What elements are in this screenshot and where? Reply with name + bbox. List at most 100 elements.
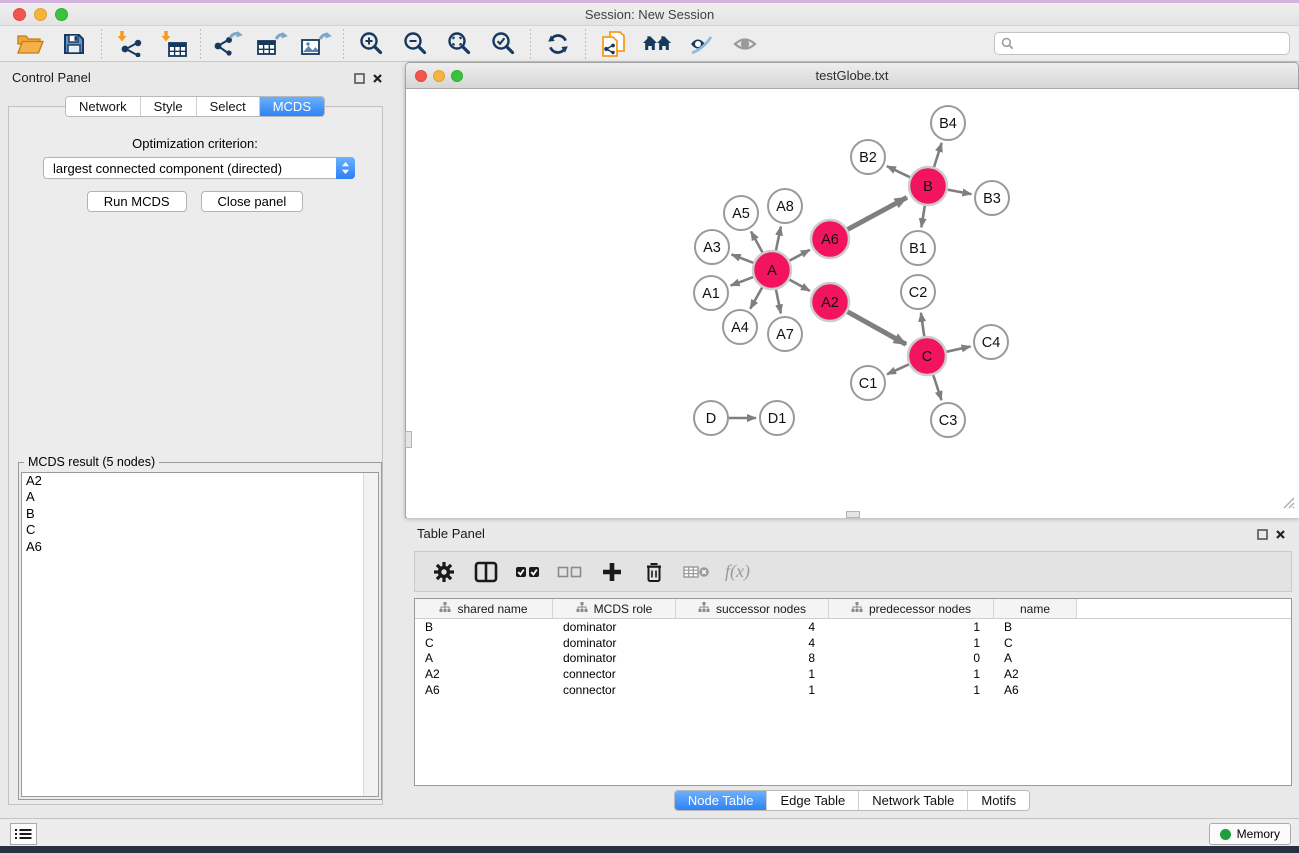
tab-edge-table[interactable]: Edge Table (766, 791, 858, 810)
table-toolbar: f(x) (414, 551, 1292, 592)
graph-edge-C-C2 (921, 313, 924, 337)
graph-node-label: A2 (821, 295, 839, 311)
table-cell: 1 (829, 636, 994, 650)
column-header-name[interactable]: name (994, 599, 1077, 618)
mcds-result-item[interactable]: A6 (22, 539, 378, 555)
save-session-icon[interactable] (56, 29, 92, 59)
graph-edge-B-B4 (934, 143, 942, 168)
graph-edge-B-B1 (921, 205, 925, 228)
graph-node-label: A1 (702, 286, 720, 302)
zoom-fit-icon[interactable] (441, 29, 477, 59)
function-builder-icon[interactable]: f(x) (725, 561, 750, 582)
resize-grip[interactable] (1282, 496, 1295, 514)
import-network-icon[interactable] (111, 29, 147, 59)
column-header-successor-nodes[interactable]: successor nodes (676, 599, 829, 618)
tab-node-table[interactable]: Node Table (675, 791, 767, 810)
tab-mcds[interactable]: MCDS (259, 97, 324, 116)
table-cell: B (415, 620, 553, 634)
node-table-header: shared name MCDS rolesuccessor nodesprede… (415, 599, 1291, 619)
deselect-all-icon[interactable] (551, 557, 589, 587)
settings-gear-icon[interactable] (425, 557, 463, 587)
close-panel-icon[interactable] (372, 71, 383, 89)
graph-node-label: B1 (909, 241, 927, 257)
tab-network[interactable]: Network (66, 97, 140, 116)
column-header-filler (1077, 599, 1291, 618)
scrollbar[interactable] (363, 473, 378, 796)
graph-edge-A-A4 (750, 287, 762, 309)
table-panel-title: Table Panel (417, 526, 485, 541)
add-column-icon[interactable] (593, 557, 631, 587)
zoom-selected-icon[interactable] (485, 29, 521, 59)
memory-button[interactable]: Memory (1209, 823, 1291, 845)
refresh-icon[interactable] (540, 29, 576, 59)
mcds-result-item[interactable]: A2 (22, 473, 378, 489)
mcds-result-item[interactable]: A (22, 489, 378, 505)
close-panel-button[interactable]: Close panel (201, 191, 304, 212)
table-row[interactable]: Adominator80A (415, 651, 1291, 667)
column-header-label: name (1020, 602, 1050, 616)
zoom-in-icon[interactable] (353, 29, 389, 59)
export-network-icon[interactable] (210, 29, 246, 59)
optimization-criterion-select[interactable]: largest connected component (directed) (43, 157, 355, 179)
graph-node-label: B (923, 179, 933, 195)
close-panel-icon[interactable] (1275, 527, 1286, 545)
export-image-icon[interactable] (298, 29, 334, 59)
selected-option: largest connected component (directed) (44, 161, 336, 176)
table-row[interactable]: A2connector11A2 (415, 666, 1291, 682)
table-row[interactable]: Bdominator41B (415, 619, 1291, 635)
task-history-button[interactable] (10, 823, 37, 845)
graph-edge-A6-B (847, 197, 907, 230)
column-layout-icon[interactable] (467, 557, 505, 587)
toolbar-separator (101, 29, 102, 59)
node-table[interactable]: shared name MCDS rolesuccessor nodesprede… (414, 598, 1292, 786)
hide-graphics-icon[interactable] (683, 29, 719, 59)
float-panel-icon[interactable] (1257, 527, 1268, 545)
table-cell: connector (553, 667, 676, 681)
show-graphics-icon[interactable] (727, 29, 763, 59)
control-panel-title: Control Panel (12, 70, 91, 85)
zoom-out-icon[interactable] (397, 29, 433, 59)
control-panel-header: Control Panel (0, 66, 397, 90)
export-table-icon[interactable] (254, 29, 290, 59)
graph-node-label: C (922, 349, 932, 365)
toolbar-separator (200, 29, 201, 59)
toolbar-separator (530, 29, 531, 59)
tab-style[interactable]: Style (140, 97, 196, 116)
column-header-shared-name[interactable]: shared name (415, 599, 553, 618)
table-cell: 1 (829, 667, 994, 681)
tab-network-table[interactable]: Network Table (858, 791, 967, 810)
splitter-handle[interactable] (846, 511, 860, 518)
network-window-titlebar[interactable]: testGlobe.txt (406, 63, 1298, 89)
table-column-icon (439, 602, 451, 616)
search-input[interactable] (994, 32, 1290, 55)
graph-node-label: B4 (939, 116, 957, 132)
graph-node-label: B3 (983, 191, 1001, 207)
clone-network-icon[interactable] (595, 29, 631, 59)
table-row[interactable]: A6connector11A6 (415, 682, 1291, 698)
select-all-icon[interactable] (509, 557, 547, 587)
table-row[interactable]: Cdominator41C (415, 635, 1291, 651)
tab-select[interactable]: Select (196, 97, 259, 116)
splitter-handle[interactable] (405, 431, 412, 448)
mcds-result-list[interactable]: A2ABCA6 (21, 472, 379, 797)
delete-column-icon[interactable] (635, 557, 673, 587)
column-header-label: shared name (457, 602, 527, 616)
float-panel-icon[interactable] (354, 71, 365, 89)
table-cell: A (994, 651, 1077, 665)
import-table-icon[interactable] (155, 29, 191, 59)
mcds-result-item[interactable]: B (22, 506, 378, 522)
tab-motifs[interactable]: Motifs (967, 791, 1029, 810)
graph-node-label: C1 (859, 376, 878, 392)
open-session-icon[interactable] (12, 29, 48, 59)
graph-node-label: A5 (732, 206, 750, 222)
column-header-predecessor-nodes[interactable]: predecessor nodes (829, 599, 994, 618)
delete-table-icon[interactable] (677, 557, 715, 587)
column-header-mcds-role[interactable]: MCDS role (553, 599, 676, 618)
table-panel-header: Table Panel (405, 522, 1299, 544)
network-canvas[interactable]: B4B2BB3A8A5A6A3B1AA1C2A2A4A7C4CC1DD1C3 (407, 90, 1299, 518)
mcds-result-title: MCDS result (5 nodes) (24, 455, 159, 469)
mcds-result-item[interactable]: C (22, 522, 378, 538)
graph-node-label: A8 (776, 199, 794, 215)
home-icon[interactable] (639, 29, 675, 59)
run-mcds-button[interactable]: Run MCDS (87, 191, 187, 212)
